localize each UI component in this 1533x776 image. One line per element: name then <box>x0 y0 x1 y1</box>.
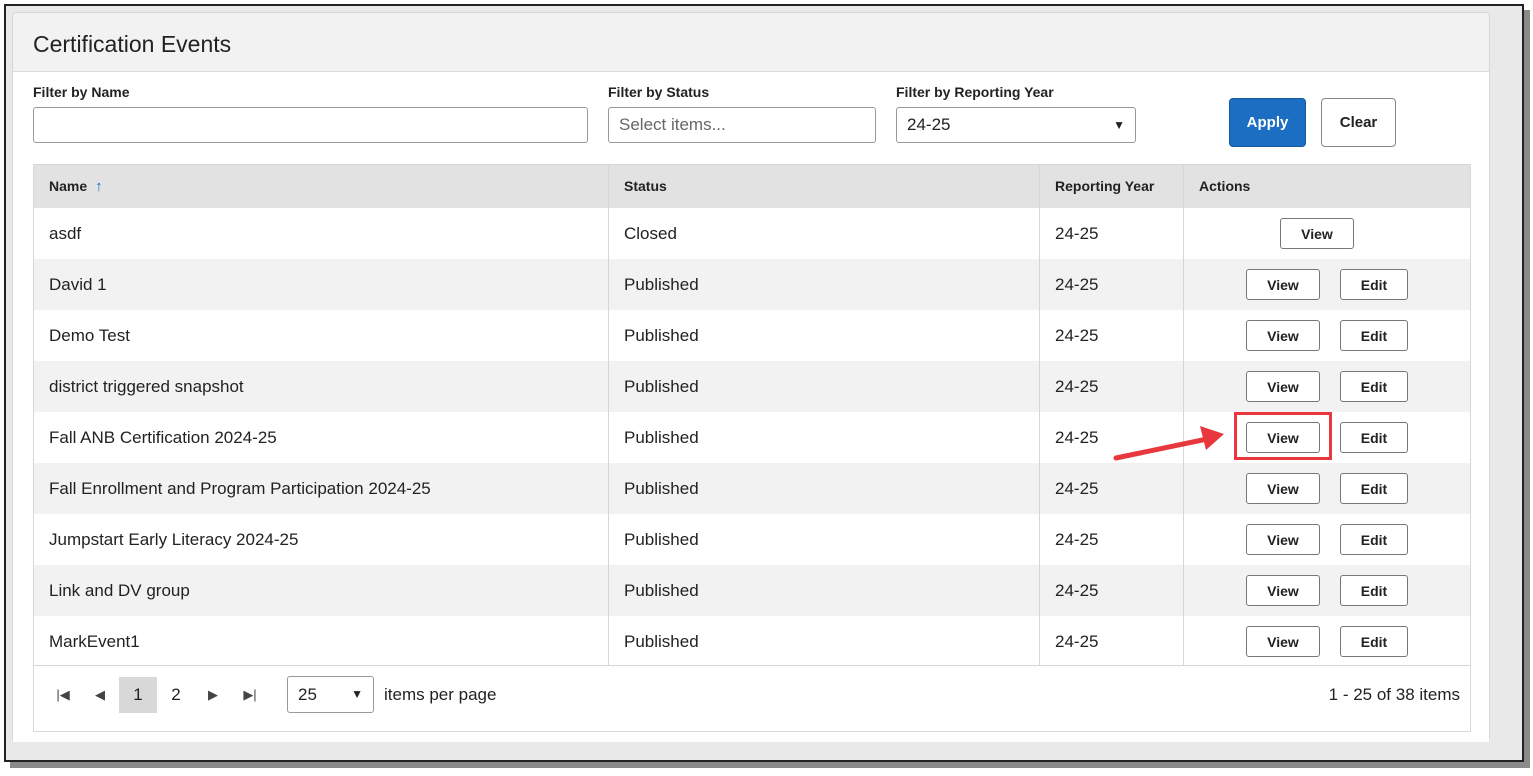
edit-button[interactable]: Edit <box>1340 575 1408 606</box>
column-name-label: Name <box>49 178 88 194</box>
annotation-arrow-icon <box>1113 426 1224 461</box>
table-row: MarkEvent1 Published 24-25 View Edit <box>34 616 1470 667</box>
cell-reporting-year: 24-25 <box>1055 224 1099 243</box>
panel-content: Filter by Name Filter by Status Select i… <box>13 72 1489 742</box>
cell-name: Link and DV group <box>49 581 190 600</box>
edit-button[interactable]: Edit <box>1340 524 1408 555</box>
page-button-2[interactable]: 2 <box>157 677 195 713</box>
column-header-name[interactable]: Name ↑ <box>49 165 103 208</box>
cell-reporting-year: 24-25 <box>1055 632 1099 651</box>
filter-status-placeholder: Select items... <box>619 115 726 134</box>
edit-button[interactable]: Edit <box>1340 422 1408 453</box>
apply-button[interactable]: Apply <box>1229 98 1306 147</box>
column-divider <box>1039 165 1040 665</box>
edit-button[interactable]: Edit <box>1340 473 1408 504</box>
view-button[interactable]: View <box>1246 626 1320 657</box>
frame-shadow-right <box>1524 10 1530 768</box>
cell-reporting-year: 24-25 <box>1055 275 1099 294</box>
cell-status: Published <box>624 479 699 498</box>
cell-status: Published <box>624 530 699 549</box>
cell-reporting-year: 24-25 <box>1055 377 1099 396</box>
filter-year-dropdown[interactable]: 24-25 ▼ <box>896 107 1136 143</box>
cell-name: Fall ANB Certification 2024-25 <box>49 428 277 447</box>
pager-info: 1 - 25 of 38 items <box>1328 685 1460 704</box>
cell-reporting-year: 24-25 <box>1055 326 1099 345</box>
filter-name-label: Filter by Name <box>33 84 130 100</box>
cell-name: Fall Enrollment and Program Participatio… <box>49 479 431 498</box>
filter-name-input[interactable] <box>33 107 588 143</box>
table-row: Link and DV group Published 24-25 View Edit <box>34 565 1470 616</box>
view-button[interactable]: View <box>1246 269 1320 300</box>
cell-name: asdf <box>49 224 82 243</box>
edit-button[interactable]: Edit <box>1340 371 1408 402</box>
cell-name: MarkEvent1 <box>49 632 140 651</box>
cell-status: Closed <box>624 224 677 243</box>
items-per-page-label: items per page <box>384 685 497 704</box>
table-row: Jumpstart Early Literacy 2024-25 Publishe… <box>34 514 1470 565</box>
table-row: Fall Enrollment and Program Participatio… <box>34 463 1470 514</box>
view-button[interactable]: View <box>1246 575 1320 606</box>
items-per-page-value: 25 <box>298 685 317 704</box>
pager: |◀ ◀ 1 2 ▶ ▶| 25 ▼ items per page 1 - 25… <box>34 665 1470 723</box>
next-page-icon[interactable]: ▶ <box>202 677 224 713</box>
column-header-status[interactable]: Status <box>624 165 667 208</box>
edit-button[interactable]: Edit <box>1340 626 1408 657</box>
highlight-box <box>1234 412 1332 460</box>
view-button[interactable]: View <box>1246 473 1320 504</box>
filter-year-value: 24-25 <box>907 115 951 134</box>
caret-down-icon: ▼ <box>1113 118 1125 132</box>
edit-button[interactable]: Edit <box>1340 269 1408 300</box>
column-header-actions: Actions <box>1199 178 1251 194</box>
cell-status: Published <box>624 275 699 294</box>
cell-status: Published <box>624 428 699 447</box>
cell-name: district triggered snapshot <box>49 377 244 396</box>
cell-reporting-year: 24-25 <box>1055 428 1099 447</box>
table-row: David 1 Published 24-25 View Edit <box>34 259 1470 310</box>
previous-page-icon[interactable]: ◀ <box>89 677 111 713</box>
first-page-icon[interactable]: |◀ <box>52 677 74 713</box>
cell-status: Published <box>624 581 699 600</box>
cell-name: David 1 <box>49 275 107 294</box>
cell-reporting-year: 24-25 <box>1055 581 1099 600</box>
column-divider <box>1183 165 1184 665</box>
view-button[interactable]: View <box>1246 320 1320 351</box>
items-per-page-dropdown[interactable]: 25 ▼ <box>287 676 374 713</box>
table-row: district triggered snapshot Published 24-2… <box>34 361 1470 412</box>
grid-header: Name ↑ Status Reporting Year Actions <box>34 165 1470 208</box>
column-header-reporting-year[interactable]: Reporting Year <box>1055 165 1154 208</box>
page-button-1[interactable]: 1 <box>119 677 157 713</box>
frame-shadow-bottom <box>10 762 1530 768</box>
filter-status-multiselect[interactable]: Select items... <box>608 107 876 143</box>
column-divider <box>608 165 609 665</box>
page-title: Certification Events <box>33 31 232 57</box>
cell-name: Jumpstart Early Literacy 2024-25 <box>49 530 299 549</box>
view-button[interactable]: View <box>1280 218 1354 249</box>
cell-status: Published <box>624 377 699 396</box>
cell-status: Published <box>624 326 699 345</box>
last-page-icon[interactable]: ▶| <box>239 677 261 713</box>
cell-status: Published <box>624 632 699 651</box>
cell-reporting-year: 24-25 <box>1055 530 1099 549</box>
view-button[interactable]: View <box>1246 524 1320 555</box>
cell-reporting-year: 24-25 <box>1055 479 1099 498</box>
edit-button[interactable]: Edit <box>1340 320 1408 351</box>
table-row: Demo Test Published 24-25 View Edit <box>34 310 1470 361</box>
screenshot-frame: Certification Events Filter by Name Filt… <box>4 4 1524 762</box>
clear-button[interactable]: Clear <box>1321 98 1396 147</box>
cell-name: Demo Test <box>49 326 130 345</box>
filter-status-label: Filter by Status <box>608 84 710 100</box>
table-row: asdf Closed 24-25 View <box>34 208 1470 259</box>
caret-down-icon: ▼ <box>351 687 363 701</box>
filter-year-label: Filter by Reporting Year <box>896 84 1054 100</box>
sort-ascending-icon: ↑ <box>95 178 103 195</box>
view-button[interactable]: View <box>1246 371 1320 402</box>
certification-events-panel: Certification Events Filter by Name Filt… <box>12 12 1490 742</box>
